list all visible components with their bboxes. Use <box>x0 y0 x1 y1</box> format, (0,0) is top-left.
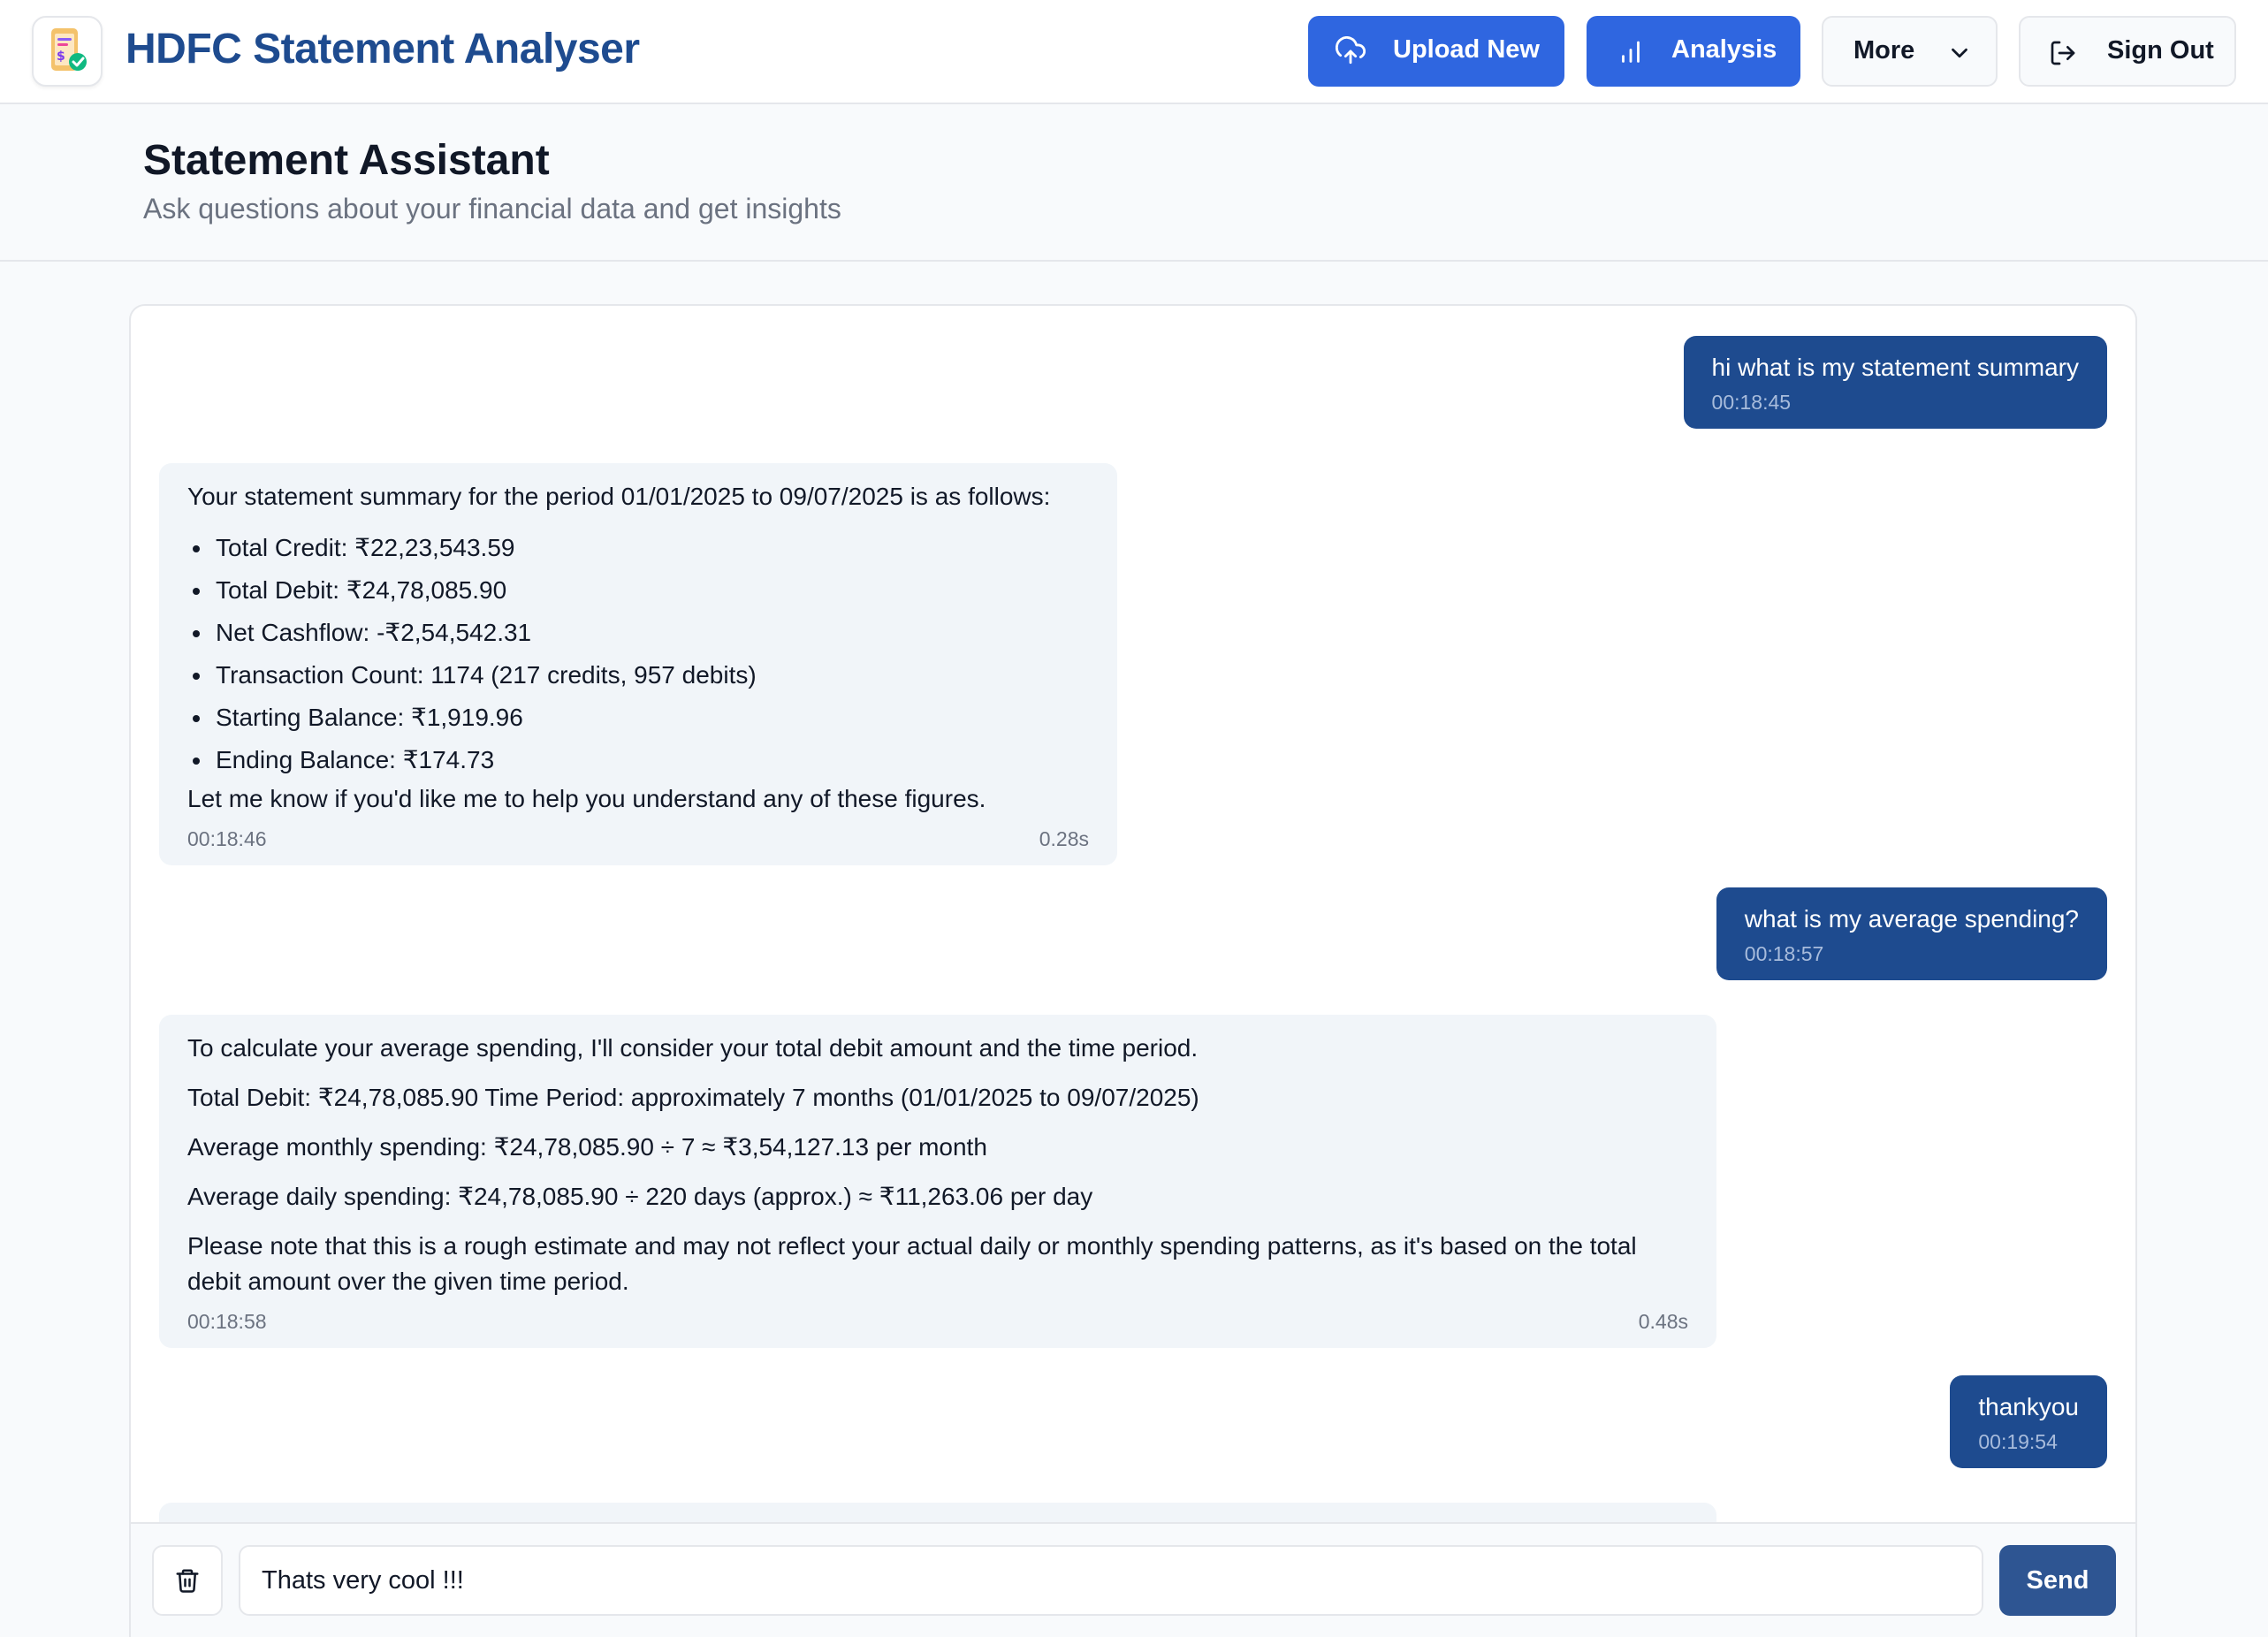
message-paragraph: Total Debit: ₹24,78,085.90 Time Period: … <box>187 1084 1199 1111</box>
message-meta: 00:18:46 0.28s <box>187 827 1089 851</box>
analysis-button[interactable]: Analysis <box>1587 16 1800 87</box>
bar-chart-icon <box>1615 35 1647 67</box>
page-title: Statement Assistant <box>143 137 550 184</box>
clear-chat-button[interactable] <box>152 1545 223 1616</box>
assistant-message-partial <box>159 1503 1716 1522</box>
send-button[interactable]: Send <box>1999 1545 2116 1616</box>
response-duration: 0.48s <box>1638 1310 1688 1333</box>
message-time: 00:18:57 <box>1744 942 1824 965</box>
assistant-message: Your statement summary for the period 01… <box>159 463 1117 865</box>
top-navbar: $ HDFC Statement Analyser Upload New Ana… <box>0 0 2268 104</box>
message-outro: Let me know if you'd like me to help you… <box>187 785 986 812</box>
message-paragraph: To calculate your average spending, I'll… <box>187 1034 1199 1062</box>
list-item: Total Debit: ₹24,78,085.90 <box>187 569 1089 612</box>
message-time: 00:18:45 <box>1711 391 1792 414</box>
upload-new-label: Upload New <box>1393 35 1540 64</box>
user-message: what is my average spending? 00:18:57 <box>1716 887 2107 980</box>
message-meta: 00:18:58 0.48s <box>187 1310 1688 1334</box>
app-title: HDFC Statement Analyser <box>126 26 640 72</box>
message-paragraph: Average daily spending: ₹24,78,085.90 ÷ … <box>187 1183 1093 1210</box>
sign-out-button[interactable]: Sign Out <box>2019 16 2236 87</box>
chevron-down-icon <box>1944 37 1975 69</box>
svg-text:$: $ <box>57 49 65 64</box>
chat-panel: hi what is my statement summary 00:18:45… <box>129 304 2137 1637</box>
trash-icon <box>176 1569 199 1593</box>
summary-list: Total Credit: ₹22,23,543.59 Total Debit:… <box>187 527 1089 781</box>
upload-new-button[interactable]: Upload New <box>1308 16 1564 87</box>
app-logo[interactable]: $ <box>32 16 103 87</box>
chat-composer: Send <box>131 1522 2135 1637</box>
more-label: More <box>1853 36 1915 65</box>
page-subtitle: Ask questions about your financial data … <box>143 193 841 225</box>
message-text: hi what is my statement summary <box>1711 354 2079 381</box>
sign-out-label: Sign Out <box>2107 36 2214 65</box>
list-item: Net Cashflow: -₹2,54,542.31 <box>187 612 1089 654</box>
user-message: hi what is my statement summary 00:18:45 <box>1683 336 2107 429</box>
message-input[interactable] <box>239 1545 1983 1616</box>
list-item: Transaction Count: 1174 (217 credits, 95… <box>187 654 1089 697</box>
page-heading: Statement Assistant Ask questions about … <box>0 104 2268 262</box>
statement-app-logo-icon: $ <box>51 28 87 71</box>
list-item: Starting Balance: ₹1,919.96 <box>187 697 1089 739</box>
cloud-upload-icon <box>1335 35 1366 67</box>
message-intro: Your statement summary for the period 01… <box>187 483 1051 510</box>
message-time: 00:19:54 <box>1978 1430 2058 1453</box>
message-text: thankyou <box>1978 1393 2079 1420</box>
assistant-message: To calculate your average spending, I'll… <box>159 1015 1716 1348</box>
message-paragraph: Please note that this is a rough estimat… <box>187 1232 1637 1295</box>
response-duration: 0.28s <box>1039 827 1089 850</box>
more-dropdown-button[interactable]: More <box>1822 16 1998 87</box>
message-time: 00:18:58 <box>187 1310 267 1333</box>
list-item: Total Credit: ₹22,23,543.59 <box>187 527 1089 569</box>
user-message: thankyou 00:19:54 <box>1950 1375 2107 1468</box>
list-item: Ending Balance: ₹174.73 <box>187 739 1089 781</box>
analysis-label: Analysis <box>1671 35 1777 64</box>
chat-messages[interactable]: hi what is my statement summary 00:18:45… <box>131 306 2135 1522</box>
sign-out-icon <box>2047 37 2079 69</box>
message-paragraph: Average monthly spending: ₹24,78,085.90 … <box>187 1133 987 1161</box>
message-text: what is my average spending? <box>1744 905 2079 933</box>
message-time: 00:18:46 <box>187 827 267 850</box>
